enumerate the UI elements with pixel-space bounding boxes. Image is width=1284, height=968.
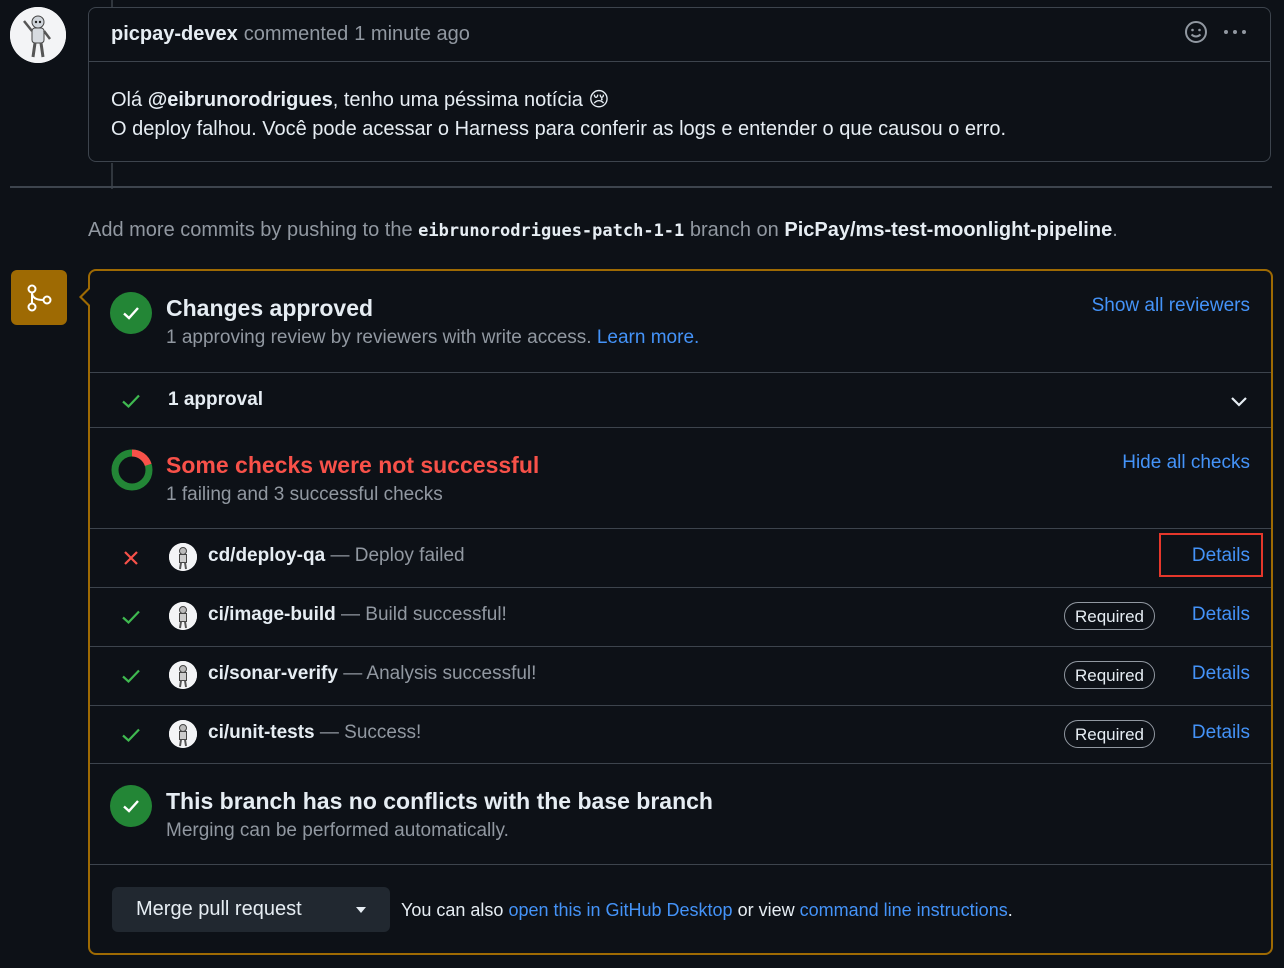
learn-more-link[interactable]: Learn more. <box>597 327 699 348</box>
mergebox-pointer-inner <box>82 289 90 305</box>
comment-text: Olá <box>111 89 148 111</box>
conflicts-subtitle: Merging can be performed automatically. <box>166 820 509 841</box>
reviews-title: Changes approved <box>166 295 374 321</box>
check-name-text: ci/image-build <box>208 604 336 625</box>
check-name-text: cd/deploy-qa <box>208 545 326 566</box>
merge-hint-text: You can also <box>401 900 504 920</box>
github-desktop-link[interactable]: open this in GitHub Desktop <box>508 900 732 920</box>
check-name-text: ci/sonar-verify <box>208 663 338 684</box>
comment-author[interactable]: picpay-devex <box>111 23 238 46</box>
details-link[interactable]: Details <box>1192 545 1250 567</box>
required-badge: Required <box>1064 720 1155 748</box>
kebab-horizontal-icon[interactable] <box>1222 20 1248 50</box>
x-icon <box>124 551 138 565</box>
comment-action: commented <box>243 23 349 45</box>
details-link[interactable]: Details <box>1192 722 1250 744</box>
check-icon <box>122 669 140 684</box>
hint-text: branch on <box>689 219 779 241</box>
check-row: cd/deploy-qa — Deploy failed Details <box>90 528 1271 587</box>
check-name[interactable]: ci/image-build — Build successful! <box>208 604 507 626</box>
details-link[interactable]: Details <box>1192 604 1250 626</box>
check-description: — Analysis successful! <box>343 663 537 684</box>
conflicts-section: This branch has no conflicts with the ba… <box>90 763 1271 864</box>
comment-timestamp[interactable]: 1 minute ago <box>354 23 470 46</box>
branch-name: eibrunorodrigues-patch-1-1 <box>418 221 685 241</box>
check-description: — Success! <box>319 722 422 743</box>
check-row: ci/image-build — Build successful! Requi… <box>90 587 1271 646</box>
check-avatar <box>169 602 197 630</box>
check-avatar <box>169 661 197 689</box>
crying-emoji: 😢 <box>588 89 610 111</box>
robot-avatar-icon <box>10 7 66 63</box>
caret-down-icon[interactable] <box>356 907 366 913</box>
approvals-row[interactable]: 1 approval <box>90 372 1271 427</box>
comment-text: , tenho uma péssima notícia <box>332 89 583 111</box>
git-merge-icon <box>11 270 67 325</box>
merge-hint-text: . <box>1007 900 1013 920</box>
push-hint: Add more commits by pushing to the eibru… <box>88 219 1118 242</box>
merge-box: Changes approved 1 approving review by r… <box>88 269 1273 955</box>
show-all-reviewers-link[interactable]: Show all reviewers <box>1092 295 1250 317</box>
merge-hint-text: or view <box>737 900 795 920</box>
comment-body: Olá @eibrunorodrigues, tenho uma péssima… <box>89 62 1270 144</box>
hint-text: . <box>1112 219 1118 241</box>
check-description: — Build successful! <box>341 604 507 625</box>
check-avatar <box>169 720 197 748</box>
check-icon <box>122 728 140 743</box>
smiley-icon[interactable] <box>1184 20 1208 50</box>
check-description: — Deploy failed <box>330 545 465 566</box>
check-circle-icon <box>110 292 152 334</box>
conflicts-title: This branch has no conflicts with the ba… <box>166 788 713 814</box>
check-row: ci/sonar-verify — Analysis successful! R… <box>90 646 1271 705</box>
checks-title: Some checks were not successful <box>166 452 540 478</box>
user-mention[interactable]: @eibrunorodrigues <box>148 89 333 111</box>
checks-status-ring-icon <box>111 449 153 491</box>
approvals-label: 1 approval <box>168 389 264 410</box>
hint-text: Add more commits by pushing to the <box>88 219 413 241</box>
chevron-down-icon[interactable] <box>1229 391 1249 411</box>
hide-all-checks-link[interactable]: Hide all checks <box>1122 452 1250 474</box>
check-icon <box>122 610 140 625</box>
checks-section: Some checks were not successful 1 failin… <box>90 427 1271 528</box>
check-name-text: ci/unit-tests <box>208 722 315 743</box>
check-avatar <box>169 543 197 571</box>
check-name[interactable]: cd/deploy-qa — Deploy failed <box>208 545 465 567</box>
command-line-instructions-link[interactable]: command line instructions <box>800 900 1008 920</box>
check-name[interactable]: ci/unit-tests — Success! <box>208 722 421 744</box>
check-name[interactable]: ci/sonar-verify — Analysis successful! <box>208 663 536 685</box>
check-row: ci/unit-tests — Success! Required Detail… <box>90 705 1271 764</box>
comment-line-2: O deploy falhou. Você pode acessar o Har… <box>111 118 1006 140</box>
timeline-divider <box>10 186 1272 188</box>
comment-header: picpay-devex commented 1 minute ago <box>89 8 1270 62</box>
required-badge: Required <box>1064 661 1155 689</box>
avatar[interactable] <box>10 7 66 63</box>
comment-box: picpay-devex commented 1 minute ago Olá … <box>88 7 1271 162</box>
check-icon <box>122 394 140 409</box>
check-circle-icon <box>110 785 152 827</box>
reviews-subtitle: 1 approving review by reviewers with wri… <box>166 327 699 349</box>
details-link[interactable]: Details <box>1192 663 1250 685</box>
required-badge: Required <box>1064 602 1155 630</box>
checks-subtitle: 1 failing and 3 successful checks <box>166 484 443 505</box>
merge-hint: You can also open this in GitHub Desktop… <box>401 900 1013 921</box>
repo-name: PicPay/ms-test-moonlight-pipeline <box>784 219 1113 241</box>
comment-line-1: Olá @eibrunorodrigues, tenho uma péssima… <box>111 86 1248 115</box>
reviews-section: Changes approved 1 approving review by r… <box>90 271 1271 372</box>
reviews-subtitle-text: 1 approving review by reviewers with wri… <box>166 327 592 348</box>
merge-footer-separator <box>90 864 1271 865</box>
merge-pull-request-button[interactable]: Merge pull request <box>112 887 390 932</box>
merge-button-label: Merge pull request <box>136 898 302 920</box>
